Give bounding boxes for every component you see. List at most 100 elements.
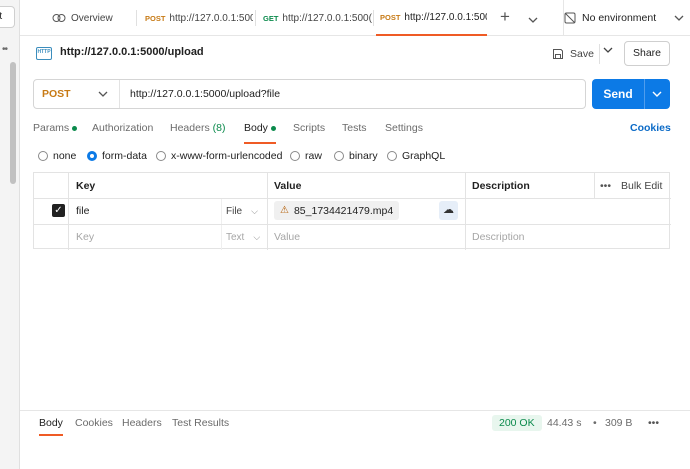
share-button[interactable]: Share: [624, 41, 670, 66]
cloud-upload-icon[interactable]: ☁: [439, 201, 458, 220]
save-divider: [599, 44, 600, 64]
row-divider: [34, 198, 671, 199]
radio-raw[interactable]: raw: [290, 150, 322, 162]
tab-request-get[interactable]: GET http://127.0.0.1:500(: [263, 0, 373, 36]
tab-divider: [373, 10, 374, 26]
column-header-key: Key: [76, 180, 96, 192]
row-checkbox[interactable]: ✓: [52, 204, 65, 217]
environment-label: No environment: [582, 12, 657, 24]
column-header-description: Description: [472, 180, 530, 192]
tab-label: Body: [244, 122, 268, 134]
tab-scripts[interactable]: Scripts: [293, 122, 325, 144]
response-tab-body[interactable]: Body: [39, 417, 63, 436]
more-dots-icon[interactable]: ••: [2, 44, 8, 55]
tab-url: http://127.0.0.1:500: [404, 11, 487, 23]
status-badge[interactable]: 200 OK: [492, 415, 542, 431]
meta-separator: •: [593, 417, 597, 429]
tab-label: Params: [33, 122, 70, 134]
column-divider: [267, 173, 268, 250]
tab-label: Authorization: [92, 122, 154, 134]
tab-params[interactable]: Params: [33, 122, 78, 144]
radio-x-www-form-urlencoded[interactable]: x-www-form-urlencoded: [156, 150, 282, 162]
value-placeholder[interactable]: Value: [274, 231, 300, 243]
form-data-table: Key Value Description ••• Bulk Edit ✓ fi…: [33, 172, 671, 250]
send-options-chevron-icon[interactable]: [652, 91, 662, 98]
tab-label: Headers: [170, 122, 210, 134]
radio-circle: [156, 151, 166, 161]
tab-bar: Overview POST http://127.0.0.1:500( GET …: [20, 0, 690, 36]
tab-request-post-1[interactable]: POST http://127.0.0.1:500(: [145, 0, 253, 36]
radio-label: GraphQL: [402, 150, 446, 162]
tab-headers[interactable]: Headers (8): [170, 122, 225, 144]
row-type-label: File: [226, 206, 243, 217]
save-button[interactable]: Save: [552, 42, 594, 66]
import-button[interactable]: rt: [0, 6, 15, 28]
row-type-select[interactable]: File ⌵: [226, 206, 258, 217]
tab-url: http://127.0.0.1:500(: [282, 12, 372, 24]
key-placeholder[interactable]: Key: [76, 231, 94, 243]
more-options-icon[interactable]: •••: [600, 180, 611, 192]
column-divider: [594, 173, 595, 198]
response-tab-headers[interactable]: Headers: [122, 417, 162, 436]
column-divider: [465, 173, 466, 250]
column-header-value: Value: [274, 180, 302, 192]
response-time[interactable]: 44.43 s: [547, 417, 581, 429]
environment-selector[interactable]: No environment: [563, 0, 690, 36]
radio-binary[interactable]: binary: [334, 150, 378, 162]
send-button[interactable]: Send: [592, 79, 670, 109]
radio-label: x-www-form-urlencoded: [171, 150, 283, 162]
tab-overview[interactable]: Overview: [52, 0, 136, 36]
tab-tests[interactable]: Tests: [342, 122, 367, 144]
radio-graphql[interactable]: GraphQL: [387, 150, 445, 162]
active-dot-icon: [72, 125, 78, 131]
tab-label: Tests: [342, 122, 367, 134]
radio-circle: [387, 151, 397, 161]
tab-settings[interactable]: Settings: [385, 122, 423, 144]
radio-label: form-data: [102, 150, 147, 162]
radio-label: none: [53, 150, 77, 162]
tab-method: POST: [380, 12, 401, 22]
new-tab-plus-icon[interactable]: +: [500, 7, 510, 27]
type-chevron-icon: ⌵: [253, 232, 261, 242]
url-input[interactable]: http://127.0.0.1:5000/upload?file: [130, 88, 280, 100]
sidebar-scrollbar[interactable]: [10, 62, 16, 184]
warning-icon: ⚠: [280, 205, 289, 216]
type-placeholder-label: Text: [226, 232, 245, 243]
tab-authorization[interactable]: Authorization: [92, 122, 153, 144]
row-key[interactable]: file: [76, 205, 89, 217]
response-tab-cookies[interactable]: Cookies: [75, 417, 113, 436]
file-name: 85_1734421479.mp4: [293, 204, 394, 217]
response-more-icon[interactable]: •••: [648, 417, 659, 429]
file-chip[interactable]: ⚠ 85_1734421479.mp4: [274, 201, 400, 220]
overview-icon: [52, 14, 66, 22]
method-chevron-icon: [98, 91, 108, 97]
tab-label: Settings: [385, 122, 423, 134]
tab-url: http://127.0.0.1:500(: [169, 12, 253, 24]
url-bar: POST http://127.0.0.1:5000/upload?file: [33, 79, 586, 109]
save-icon: [553, 49, 563, 59]
method-select[interactable]: POST: [34, 80, 120, 108]
radio-none[interactable]: none: [38, 150, 76, 162]
tab-list-chevron-icon[interactable]: [528, 11, 538, 28]
environment-chevron-icon: [674, 15, 684, 21]
row-divider: [34, 224, 671, 225]
tab-request-post-active[interactable]: POST http://127.0.0.1:500: [376, 0, 487, 36]
no-environment-icon: [564, 12, 576, 24]
tab-divider: [136, 10, 137, 26]
cookies-link[interactable]: Cookies: [630, 122, 671, 134]
http-icon: HTTP: [36, 47, 52, 60]
tab-label: Overview: [71, 12, 113, 24]
request-title[interactable]: http://127.0.0.1:5000/upload: [60, 46, 204, 58]
radio-form-data[interactable]: form-data: [87, 150, 147, 162]
type-select-placeholder[interactable]: Text ⌵: [226, 232, 260, 243]
save-options-chevron-icon[interactable]: [603, 46, 613, 57]
tab-body[interactable]: Body: [244, 122, 276, 144]
radio-circle: [334, 151, 344, 161]
response-size[interactable]: 309 B: [605, 417, 632, 429]
tab-method: POST: [145, 13, 166, 23]
description-placeholder[interactable]: Description: [472, 231, 525, 243]
response-tab-test-results[interactable]: Test Results: [172, 417, 229, 436]
bulk-edit-button[interactable]: Bulk Edit: [621, 180, 662, 192]
left-rail: rt ••: [0, 0, 20, 469]
radio-circle: [87, 151, 97, 161]
